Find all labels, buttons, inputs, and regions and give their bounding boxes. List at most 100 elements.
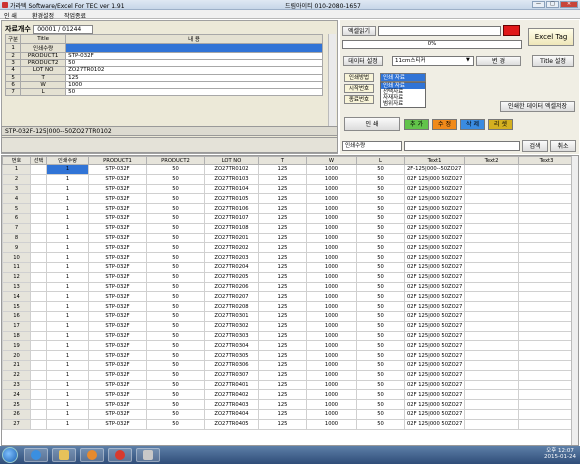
grid-cell[interactable]: 50	[146, 340, 205, 352]
grid-cell[interactable]: 50	[356, 379, 405, 391]
change-button[interactable]: 변 경	[476, 56, 521, 66]
grid-cell[interactable]: 50	[146, 418, 205, 430]
grid-cell[interactable]: 50	[356, 232, 405, 244]
grid-cell[interactable]: 2	[2, 173, 31, 185]
grid-cell[interactable]: 02F 125|000 50ZO27	[404, 291, 465, 303]
grid-cell[interactable]	[464, 291, 519, 303]
grid-cell[interactable]	[518, 340, 575, 352]
grid-cell[interactable]	[464, 242, 519, 254]
grid-cell[interactable]: 1	[46, 399, 89, 410]
field-row[interactable]: 2 PRODUCT1 STP-032F	[4, 51, 323, 61]
table-row[interactable]: 4 1 STP-032F 50 ZO27TR0105 125 1000 50 02F 125|0…	[2, 193, 575, 205]
grid-cell[interactable]: 02F 125|000 50ZO27	[404, 232, 465, 244]
grid-cell[interactable]: 50	[356, 320, 405, 332]
grid-header[interactable]: PRODUCT2	[146, 156, 205, 165]
grid-cell[interactable]: 6	[2, 212, 31, 224]
grid-cell[interactable]: 2F-125|000--50ZO27	[404, 164, 465, 175]
grid-cell[interactable]: 02F 125|000 50ZO27	[404, 193, 465, 205]
table-row[interactable]: 25 1 STP-032F 50 ZO27TR0403 125 1000 50 02F 125|…	[2, 399, 575, 410]
grid-cell[interactable]	[464, 350, 519, 361]
excel-tag-button[interactable]: Excel Tag	[528, 28, 574, 46]
grid-cell[interactable]: STP-032F	[88, 301, 147, 312]
table-row[interactable]: 7 1 STP-032F 50 ZO27TR0108 125 1000 50 02F 125|0…	[2, 222, 575, 234]
field-row[interactable]: 4 LOT NO ZO27TR0102	[4, 66, 323, 75]
dropdown-option[interactable]: 범위자료	[381, 101, 425, 107]
grid-cell[interactable]: 1	[46, 164, 89, 175]
grid-cell[interactable]: 12	[2, 271, 31, 283]
grid-header[interactable]: Text1	[404, 156, 465, 165]
grid-cell[interactable]: 50	[356, 193, 405, 205]
grid-cell[interactable]: 50	[356, 330, 405, 342]
grid-cell[interactable]: 1	[46, 291, 89, 303]
grid-cell[interactable]	[464, 252, 519, 263]
grid-cell[interactable]: 125	[258, 340, 307, 352]
grid-cell[interactable]: 125	[258, 281, 307, 293]
grid-cell[interactable]: 50	[146, 359, 205, 371]
field-value-input[interactable]: 125	[65, 73, 323, 82]
grid-header[interactable]: L	[356, 156, 405, 165]
grid-cell[interactable]: 50	[146, 164, 205, 175]
grid-cell[interactable]: 22	[2, 369, 31, 381]
grid-cell[interactable]: ZO27TR0105	[204, 193, 259, 205]
grid-cell[interactable]: 1	[46, 408, 89, 420]
grid-cell[interactable]	[518, 310, 575, 322]
grid-cell[interactable]: STP-032F	[88, 222, 147, 234]
delete-button[interactable]: 삭 제	[460, 119, 485, 130]
grid-cell[interactable]: ZO27TR0307	[204, 369, 259, 381]
grid-cell[interactable]: 125	[258, 232, 307, 244]
grid-cell[interactable]: 1000	[306, 379, 357, 391]
grid-cell[interactable]: ZO27TR0305	[204, 350, 259, 361]
grid-cell[interactable]	[518, 164, 575, 175]
grid-cell[interactable]	[30, 183, 47, 195]
save-printed-button[interactable]: 인쇄한 데이터 엑셀저장	[500, 101, 575, 112]
grid-cell[interactable]: 1000	[306, 301, 357, 312]
grid-cell[interactable]: 125	[258, 261, 307, 273]
excel-read-button[interactable]: 엑셀읽기	[342, 26, 376, 36]
grid-cell[interactable]	[464, 369, 519, 381]
grid-cell[interactable]: 1000	[306, 252, 357, 263]
grid-cell[interactable]: 02F 125|000 50ZO27	[404, 183, 465, 195]
maximize-icon[interactable]: □	[546, 1, 559, 8]
grid-cell[interactable]: 1000	[306, 242, 357, 254]
grid-cell[interactable]	[30, 193, 47, 205]
grid-cell[interactable]	[518, 369, 575, 381]
table-row[interactable]: 5 1 STP-032F 50 ZO27TR0106 125 1000 50 02F 125|0…	[2, 203, 575, 214]
grid-header[interactable]: LOT NO	[204, 156, 259, 165]
grid-cell[interactable]: 26	[2, 408, 31, 420]
grid-cell[interactable]: 1000	[306, 350, 357, 361]
grid-cell[interactable]	[518, 291, 575, 303]
grid-cell[interactable]: 19	[2, 340, 31, 352]
grid-cell[interactable]: 125	[258, 252, 307, 263]
grid-cell[interactable]: 50	[146, 281, 205, 293]
grid-cell[interactable]	[464, 212, 519, 224]
grid-cell[interactable]: 1000	[306, 369, 357, 381]
grid-cell[interactable]: 50	[356, 399, 405, 410]
grid-cell[interactable]: 125	[258, 193, 307, 205]
grid-cell[interactable]: 02F 125|000 50ZO27	[404, 310, 465, 322]
grid-cell[interactable]	[464, 389, 519, 401]
grid-cell[interactable]: 1000	[306, 310, 357, 322]
grid-cell[interactable]: 1000	[306, 418, 357, 430]
grid-cell[interactable]: 1	[46, 379, 89, 391]
grid-cell[interactable]: 1000	[306, 291, 357, 303]
grid-cell[interactable]: 50	[146, 242, 205, 254]
grid-cell[interactable]: ZO27TR0102	[204, 164, 259, 175]
table-row[interactable]: 2 1 STP-032F 50 ZO27TR0103 125 1000 50 02F 125|0…	[2, 173, 575, 185]
grid-cell[interactable]: STP-032F	[88, 408, 147, 420]
grid-cell[interactable]	[464, 193, 519, 205]
grid-cell[interactable]: 125	[258, 271, 307, 283]
grid-cell[interactable]: STP-032F	[88, 242, 147, 254]
grid-cell[interactable]: 1	[46, 232, 89, 244]
grid-cell[interactable]: 1000	[306, 183, 357, 195]
grid-cell[interactable]: 1000	[306, 330, 357, 342]
grid-cell[interactable]: 50	[356, 281, 405, 293]
grid-cell[interactable]	[464, 320, 519, 332]
grid-cell[interactable]: 13	[2, 281, 31, 293]
grid-cell[interactable]: 50	[356, 369, 405, 381]
grid-cell[interactable]: 50	[356, 222, 405, 234]
table-row[interactable]: 1 1 STP-032F 50 ZO27TR0102 125 1000 50 2F-125|00…	[2, 164, 575, 175]
print-method-dropdown[interactable]: 인쇄 자료 선택자료 자재자료 범위자료	[380, 82, 426, 108]
grid-cell[interactable]: 1	[46, 173, 89, 185]
grid-cell[interactable]: 125	[258, 399, 307, 410]
table-row[interactable]: 21 1 STP-032F 50 ZO27TR0306 125 1000 50 02F 125|…	[2, 359, 575, 371]
